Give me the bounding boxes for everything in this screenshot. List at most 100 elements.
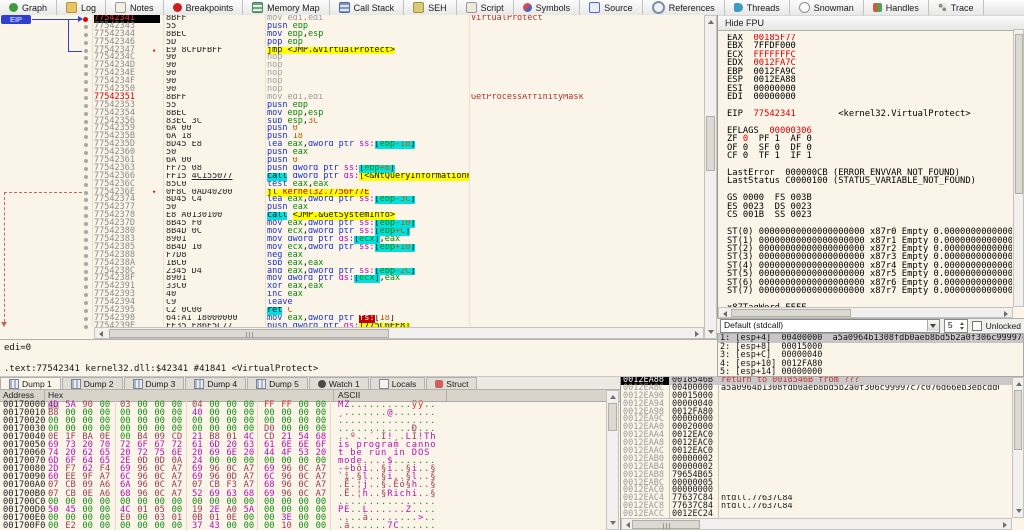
breakpoint-dot[interactable] bbox=[84, 270, 88, 274]
tab-script[interactable]: Script bbox=[457, 0, 514, 15]
breakpoint-dot[interactable] bbox=[84, 325, 88, 329]
breakpoint-dot[interactable] bbox=[84, 238, 88, 242]
arguments-box[interactable]: 1: [esp+4] 00400000 a5a0964b1308fdb0aeb8… bbox=[717, 333, 1024, 377]
breakpoint-dot[interactable] bbox=[84, 88, 88, 92]
tab-log[interactable]: Log bbox=[57, 0, 106, 15]
breakpoint-dot[interactable] bbox=[84, 254, 88, 258]
scroll-down-arrow[interactable] bbox=[1016, 509, 1022, 513]
breakpoint-dot[interactable] bbox=[84, 309, 88, 313]
scroll-left-arrow[interactable] bbox=[723, 311, 727, 317]
breakpoint-dot[interactable] bbox=[84, 285, 88, 289]
breakpoint-dot[interactable] bbox=[84, 41, 88, 45]
dump-row[interactable]: 0017002000.00.00.00.00.00.00.00.00.00.00… bbox=[0, 417, 620, 425]
breakpoint-dot[interactable] bbox=[84, 112, 88, 116]
breakpoint-dot[interactable] bbox=[84, 64, 88, 68]
breakpoint-dot[interactable] bbox=[84, 127, 88, 131]
dump-row[interactable]: 001700400E.1F.BAº0E.00.B4´09.CDÍ21!B8¸01… bbox=[0, 433, 620, 441]
breakpoint-dot[interactable] bbox=[84, 317, 88, 321]
tab-dump-1[interactable]: Dump 1 bbox=[0, 377, 61, 389]
hide-fpu-button[interactable]: Hide FPU bbox=[718, 15, 1024, 31]
dump-row[interactable]: 001700C000.00.00.00.00.00.00.00.00.00.00… bbox=[0, 498, 620, 506]
scroll-thumb[interactable] bbox=[109, 329, 389, 338]
disassembly-pane[interactable]: 775423418BFFmov edi,ediVirtualProtect775… bbox=[0, 15, 718, 339]
stepper-up-icon[interactable] bbox=[960, 322, 964, 325]
scroll-right-arrow[interactable] bbox=[1003, 522, 1007, 528]
breakpoint-dot[interactable] bbox=[84, 183, 88, 187]
breakpoint-dot[interactable] bbox=[84, 135, 88, 139]
dump-byte[interactable]: 00 bbox=[100, 522, 111, 530]
stack-pane[interactable]: 0012EA880018546Breturn to 0018546B from … bbox=[620, 377, 1024, 530]
tab-graph[interactable]: Graph bbox=[0, 0, 57, 15]
dump-byte[interactable]: 37 bbox=[192, 522, 203, 530]
registers-vscrollbar[interactable] bbox=[1013, 29, 1024, 307]
breakpoint-dot[interactable] bbox=[84, 120, 88, 124]
argument-row[interactable]: 5: [esp+14] 00000000 bbox=[718, 368, 1023, 377]
tab-handles[interactable]: Handles bbox=[864, 0, 929, 15]
dump-row[interactable]: 001700D050P45E00.00.4CL01.05.00.19.2E.A0… bbox=[0, 506, 620, 514]
stepper-down-icon[interactable] bbox=[960, 327, 964, 330]
tab-threads[interactable]: Threads bbox=[725, 0, 790, 15]
tab-source[interactable]: Source bbox=[580, 0, 643, 15]
breakpoint-dot[interactable] bbox=[84, 222, 88, 226]
breakpoint-dot[interactable] bbox=[84, 198, 88, 202]
tab-snowman[interactable]: Snowman bbox=[790, 0, 864, 15]
dump-row[interactable]: 0017006074t20 62b65e20 72r75u6En20 69i6E… bbox=[0, 449, 620, 457]
scroll-right-arrow[interactable] bbox=[695, 331, 699, 337]
disasm-vscrollbar[interactable] bbox=[704, 15, 717, 339]
tab-trace[interactable]: Trace bbox=[929, 0, 984, 15]
breakpoint-dot[interactable] bbox=[84, 246, 88, 250]
register-row[interactable]: CF 0 TF 1 IF 1 bbox=[727, 152, 1012, 160]
register-row[interactable]: CS 001B SS 0023 bbox=[727, 211, 1012, 219]
tab-dump-4[interactable]: Dump 4 bbox=[185, 377, 246, 389]
tab-memory-map[interactable]: Memory Map bbox=[243, 0, 330, 15]
scroll-thumb[interactable] bbox=[1014, 390, 1022, 450]
dump-byte[interactable]: 00 bbox=[154, 522, 165, 530]
dump-byte[interactable]: 10 bbox=[281, 522, 292, 530]
tab-references[interactable]: References bbox=[643, 0, 725, 15]
scroll-down-arrow[interactable] bbox=[708, 330, 714, 334]
tab-call-stack[interactable]: Call Stack bbox=[330, 0, 405, 15]
breakpoint-dot[interactable] bbox=[84, 167, 88, 171]
scroll-left-arrow[interactable] bbox=[626, 522, 630, 528]
scroll-thumb[interactable] bbox=[632, 520, 700, 529]
dump-row[interactable]: 001700004DM5AZ90.00.03.00.00.00.04.00.00… bbox=[0, 401, 620, 409]
dump-byte[interactable]: 00 bbox=[48, 522, 59, 530]
breakpoint-dot[interactable] bbox=[84, 151, 88, 155]
breakpoint-dot[interactable] bbox=[84, 191, 88, 195]
breakpoint-dot[interactable] bbox=[84, 72, 88, 76]
disasm-hscrollbar[interactable] bbox=[94, 327, 704, 339]
dump-row[interactable]: 0017009060`EEî9F.A7§6Cl96.0C.A7§69i96.0D… bbox=[0, 473, 620, 481]
tab-breakpoints[interactable]: Breakpoints bbox=[164, 0, 244, 15]
tab-notes[interactable]: Notes bbox=[106, 0, 164, 15]
tab-watch-1[interactable]: Watch 1 bbox=[309, 377, 369, 389]
breakpoint-dot[interactable] bbox=[84, 104, 88, 108]
tab-dump-5[interactable]: Dump 5 bbox=[247, 377, 308, 389]
scroll-down-arrow[interactable] bbox=[610, 521, 616, 525]
breakpoint-dot[interactable] bbox=[84, 206, 88, 210]
dump-byte[interactable]: 00 bbox=[244, 522, 255, 530]
dump-row[interactable]: 0017005069i73s20 70p72r6Fo67g72r61a6Dm20… bbox=[0, 441, 620, 449]
register-row[interactable]: EDI 00000000 bbox=[727, 93, 1012, 101]
dump-byte[interactable]: 00 bbox=[226, 522, 237, 530]
breakpoint-dot[interactable] bbox=[84, 277, 88, 281]
scroll-up-arrow[interactable] bbox=[610, 395, 616, 399]
dump-byte[interactable]: 00 bbox=[137, 522, 148, 530]
dump-byte[interactable]: 00 bbox=[172, 522, 183, 530]
breakpoint-dot[interactable] bbox=[84, 80, 88, 84]
calling-convention-select[interactable]: Default (stdcall) bbox=[720, 319, 940, 333]
tab-seh[interactable]: SEH bbox=[404, 0, 457, 15]
dump-row[interactable]: 001700706Dm6Fo64d65e2E.0D.0D.0A.24$00.00… bbox=[0, 457, 620, 465]
scroll-right-arrow[interactable] bbox=[1004, 311, 1008, 317]
tab-symbols[interactable]: Symbols bbox=[514, 0, 581, 15]
breakpoint-dot[interactable] bbox=[84, 301, 88, 305]
breakpoint-dot[interactable] bbox=[84, 159, 88, 163]
scroll-thumb[interactable] bbox=[731, 309, 851, 317]
tab-locals[interactable]: Locals bbox=[370, 377, 426, 389]
scroll-up-arrow[interactable] bbox=[708, 20, 714, 24]
dump-row[interactable]: 001700A007.CBË09.A6¦6Aj96.0C.A7§07.CBËF3… bbox=[0, 481, 620, 489]
stack-vscrollbar[interactable] bbox=[1012, 377, 1024, 518]
scroll-thumb[interactable] bbox=[1015, 34, 1023, 194]
dump-row[interactable]: 001700F000.E2â00.00.00.00.00.00.37743C00… bbox=[0, 522, 620, 530]
dump-byte[interactable]: 00 bbox=[82, 522, 93, 530]
breakpoint-dot[interactable] bbox=[84, 262, 88, 266]
